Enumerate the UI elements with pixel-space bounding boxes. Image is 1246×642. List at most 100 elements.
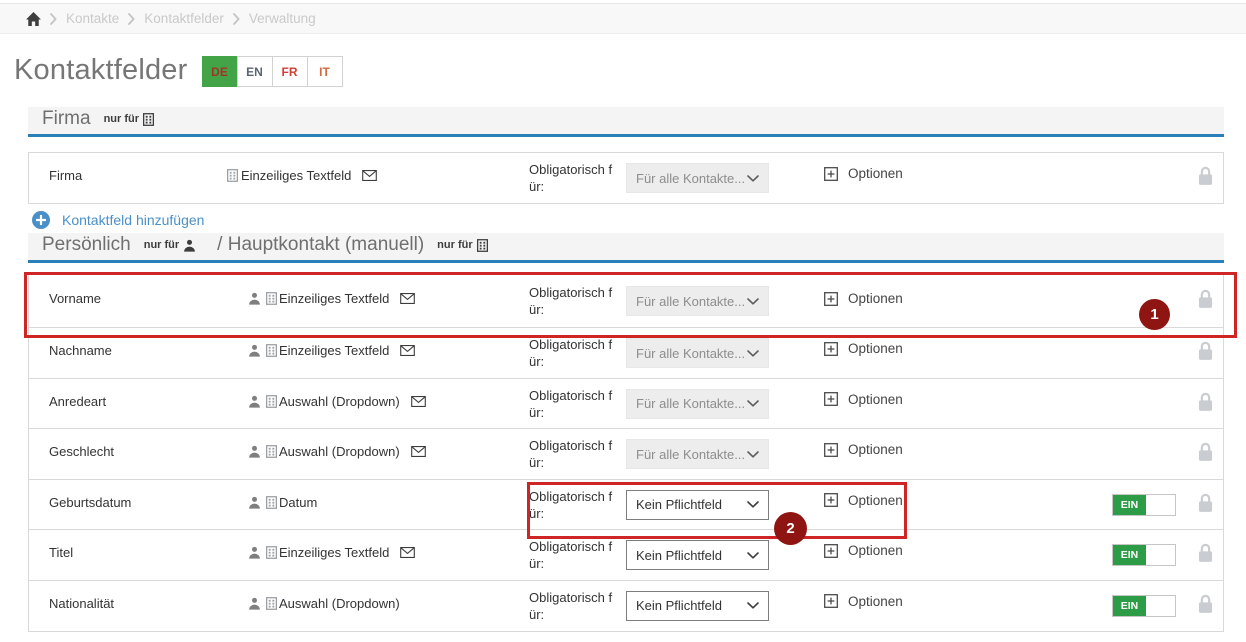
envelope-icon bbox=[411, 446, 426, 457]
field-type: Auswahl (Dropdown) bbox=[279, 444, 400, 459]
chevron-down-icon bbox=[747, 501, 759, 508]
mandatory-for-label: Obligatorisch für: bbox=[529, 589, 613, 623]
language-tabs: DE EN FR IT bbox=[202, 56, 343, 87]
annotation-circle-2: 2 bbox=[774, 512, 807, 545]
options-button[interactable]: Optionen bbox=[824, 594, 903, 609]
toggle-on-label: EIN bbox=[1113, 545, 1146, 565]
chevron-right-icon bbox=[128, 13, 135, 25]
mandatory-for-label: Obligatorisch für: bbox=[529, 336, 613, 370]
field-type: Datum bbox=[279, 495, 317, 510]
only-for-company: nur für bbox=[437, 239, 487, 252]
building-icon bbox=[266, 395, 277, 408]
section-title: Firma bbox=[42, 108, 91, 130]
mandatory-for-label: Obligatorisch für: bbox=[529, 538, 613, 572]
plus-square-icon bbox=[824, 493, 838, 507]
building-icon bbox=[266, 546, 277, 559]
field-row-nachname: Nachname Einzeiliges Textfeld Obligatori… bbox=[29, 328, 1223, 379]
lock-icon bbox=[1197, 441, 1214, 462]
visibility-toggle[interactable]: EIN bbox=[1112, 595, 1176, 617]
field-type: Einzeiliges Textfeld bbox=[279, 545, 389, 560]
mandatory-for-label: Obligatorisch für: bbox=[529, 488, 613, 522]
only-for-person: nur für bbox=[144, 239, 196, 252]
chevron-down-icon bbox=[747, 552, 759, 559]
field-row-vorname: Vorname Einzeiliges Textfeld Obligatoris… bbox=[29, 273, 1223, 328]
mandatory-for-select[interactable]: Für alle Kontakte... bbox=[626, 389, 769, 419]
person-icon bbox=[248, 597, 261, 610]
field-type: Auswahl (Dropdown) bbox=[279, 394, 400, 409]
chevron-right-icon bbox=[50, 13, 57, 25]
building-icon bbox=[266, 292, 277, 305]
chevron-down-icon bbox=[747, 350, 759, 357]
envelope-icon bbox=[362, 170, 377, 181]
plus-square-icon bbox=[824, 594, 838, 608]
options-button[interactable]: Optionen bbox=[824, 291, 903, 306]
person-icon bbox=[248, 445, 261, 458]
mandatory-for-label: Obligatorisch für: bbox=[529, 284, 613, 318]
chevron-down-icon bbox=[747, 298, 759, 305]
page-title: Kontaktfelder bbox=[14, 53, 188, 87]
building-icon bbox=[227, 169, 238, 182]
plus-square-icon bbox=[824, 292, 838, 306]
persoenlich-table: Vorname Einzeiliges Textfeld Obligatoris… bbox=[28, 272, 1224, 632]
mandatory-for-select[interactable]: Für alle Kontakte... bbox=[626, 439, 769, 469]
options-button[interactable]: Optionen bbox=[824, 442, 903, 457]
only-for-label: nur für bbox=[437, 239, 472, 251]
home-icon[interactable] bbox=[26, 12, 41, 26]
field-name: Nachname bbox=[49, 343, 112, 358]
mandatory-for-select[interactable]: Kein Pflichtfeld bbox=[626, 490, 769, 520]
options-button[interactable]: Optionen bbox=[824, 166, 903, 181]
content: Firma nur für Firma Einzeiliges Textfeld… bbox=[28, 107, 1224, 632]
envelope-icon bbox=[400, 293, 415, 304]
lock-icon bbox=[1197, 165, 1214, 186]
mandatory-for-select[interactable]: Kein Pflichtfeld bbox=[626, 540, 769, 570]
add-contact-field-button[interactable]: Kontaktfeld hinzufügen bbox=[32, 211, 1224, 229]
mandatory-for-label: Obligatorisch für: bbox=[529, 387, 613, 421]
chevron-down-icon bbox=[747, 175, 759, 182]
field-name: Nationalität bbox=[49, 596, 114, 611]
field-name: Firma bbox=[49, 168, 82, 183]
mandatory-for-select[interactable]: Für alle Kontakte... bbox=[626, 338, 769, 368]
breadcrumb: Kontakte Kontaktfelder Verwaltung bbox=[0, 3, 1246, 34]
plus-square-icon bbox=[824, 342, 838, 356]
mandatory-for-select[interactable]: Für alle Kontakte... bbox=[626, 286, 769, 316]
field-type: Auswahl (Dropdown) bbox=[279, 596, 400, 611]
envelope-icon bbox=[400, 547, 415, 558]
chevron-down-icon bbox=[747, 400, 759, 407]
options-button[interactable]: Optionen bbox=[824, 341, 903, 356]
visibility-toggle[interactable]: EIN bbox=[1112, 544, 1176, 566]
field-row-titel: Titel Einzeiliges Textfeld Obligatorisch… bbox=[29, 530, 1223, 581]
options-button[interactable]: Optionen bbox=[824, 493, 903, 508]
building-icon bbox=[266, 597, 277, 610]
page-header: Kontaktfelder DE EN FR IT bbox=[14, 53, 343, 87]
building-icon bbox=[477, 239, 488, 252]
mandatory-for-select[interactable]: Kein Pflichtfeld bbox=[626, 591, 769, 621]
field-row-geschlecht: Geschlecht Auswahl (Dropdown) Obligatori… bbox=[29, 429, 1223, 480]
field-row-firma: Firma Einzeiliges Textfeld Obligatorisch… bbox=[29, 153, 1223, 203]
breadcrumb-kontakte[interactable]: Kontakte bbox=[66, 11, 119, 26]
options-button[interactable]: Optionen bbox=[824, 392, 903, 407]
plus-square-icon bbox=[824, 544, 838, 558]
person-icon bbox=[248, 292, 261, 305]
tab-fr[interactable]: FR bbox=[272, 56, 308, 87]
plus-square-icon bbox=[824, 392, 838, 406]
options-button[interactable]: Optionen bbox=[824, 543, 903, 558]
field-name: Geschlecht bbox=[49, 444, 114, 459]
mandatory-for-select[interactable]: Für alle Kontakte... bbox=[626, 163, 769, 193]
tab-de[interactable]: DE bbox=[202, 56, 238, 87]
plus-square-icon bbox=[824, 167, 838, 181]
tab-it[interactable]: IT bbox=[307, 56, 343, 87]
lock-icon bbox=[1197, 542, 1214, 563]
visibility-toggle[interactable]: EIN bbox=[1112, 494, 1176, 516]
breadcrumb-verwaltung[interactable]: Verwaltung bbox=[249, 11, 316, 26]
toggle-on-label: EIN bbox=[1113, 495, 1146, 515]
chevron-down-icon bbox=[747, 602, 759, 609]
person-icon bbox=[183, 239, 196, 252]
lock-icon bbox=[1197, 391, 1214, 412]
only-for-label: nur für bbox=[104, 113, 139, 125]
tab-en[interactable]: EN bbox=[237, 56, 273, 87]
section-header-firma: Firma nur für bbox=[28, 107, 1224, 137]
building-icon bbox=[266, 496, 277, 509]
breadcrumb-kontaktfelder[interactable]: Kontaktfelder bbox=[144, 11, 224, 26]
add-contact-field-label: Kontaktfeld hinzufügen bbox=[62, 212, 204, 228]
building-icon bbox=[266, 344, 277, 357]
